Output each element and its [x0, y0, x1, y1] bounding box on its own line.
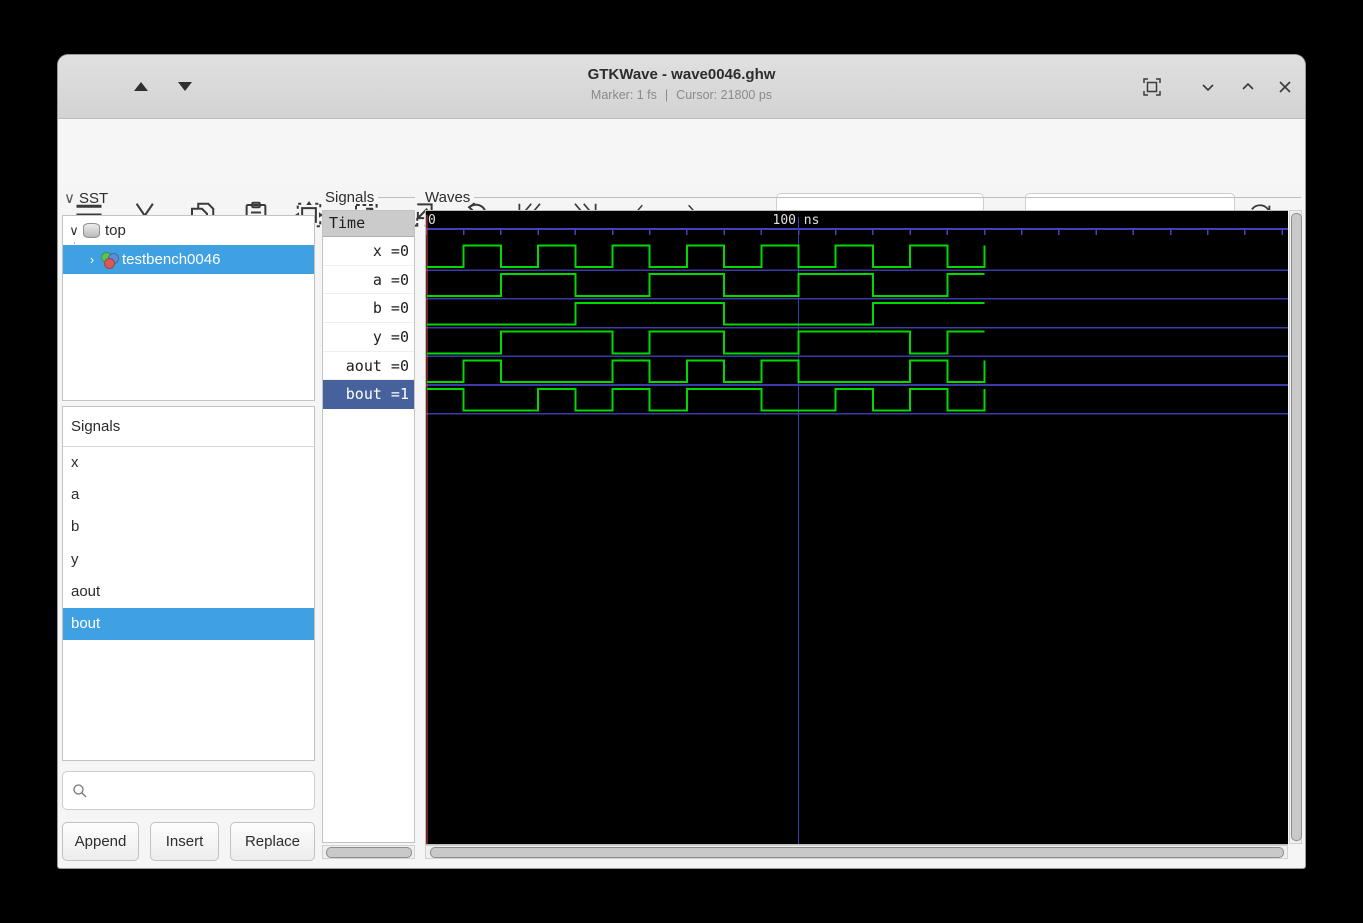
- tree-row-label: testbench0046: [122, 251, 220, 268]
- signal-value-row-aout[interactable]: aout =0: [323, 352, 414, 381]
- scrollbar-thumb[interactable]: [1291, 213, 1302, 841]
- sst-expander-icon[interactable]: ∨: [64, 189, 75, 207]
- list-item-aout[interactable]: aout: [63, 576, 314, 608]
- frame-line: [378, 197, 415, 198]
- frame-line: [474, 197, 1301, 198]
- toolbar: From: To:: [58, 119, 1305, 185]
- list-item-y[interactable]: y: [63, 544, 314, 576]
- titlebar: GTKWave - wave0046.ghw Marker: 1 fs | Curs…: [58, 55, 1305, 119]
- close-icon: [1275, 77, 1295, 97]
- fullscreen-button[interactable]: [1142, 77, 1162, 97]
- signal-facility-list: Signals x a b y aout bout: [62, 406, 315, 761]
- scrollbar-thumb[interactable]: [430, 847, 1284, 858]
- sst-tree: ∨ top › testbench0046: [62, 215, 315, 401]
- marker-cursor-status: Marker: 1 fs | Cursor: 21800 ps: [58, 88, 1305, 102]
- cursor-status: Cursor: 21800 ps: [676, 88, 772, 102]
- gtkwave-window: GTKWave - wave0046.ghw Marker: 1 fs | Curs…: [58, 55, 1305, 868]
- tree-expander-icon[interactable]: ›: [85, 252, 99, 267]
- tree-row-label: top: [105, 222, 126, 239]
- search-icon: [71, 782, 89, 800]
- list-item-bout[interactable]: bout: [63, 608, 314, 640]
- signals-frame-label: Signals: [325, 189, 415, 206]
- signal-value-row-y[interactable]: y =0: [323, 323, 414, 352]
- marker-status: Marker: 1 fs: [591, 88, 657, 102]
- replace-button[interactable]: Replace: [230, 822, 315, 861]
- signal-list-header: Signals: [63, 407, 314, 447]
- signal-search-input[interactable]: [62, 771, 315, 810]
- tree-expander-icon[interactable]: ∨: [67, 223, 81, 239]
- svg-text:0: 0: [428, 213, 436, 228]
- signals-hscrollbar[interactable]: [322, 845, 415, 859]
- svg-text:100 ns: 100 ns: [773, 213, 820, 228]
- wave-canvas[interactable]: 0 100 ns: [425, 210, 1288, 845]
- sst-frame-label: ∨ SST: [64, 189, 317, 207]
- list-item-a[interactable]: a: [63, 479, 314, 511]
- fullscreen-icon: [1142, 77, 1162, 97]
- status-separator: |: [665, 88, 668, 102]
- time-header[interactable]: Time: [323, 211, 414, 237]
- chevron-down-icon: [1198, 77, 1218, 97]
- signal-values-panel: Time x =0 a =0 b =0 y =0 aout =0 bout =1: [322, 210, 415, 843]
- signal-value-row-a[interactable]: a =0: [323, 266, 414, 295]
- list-item-b[interactable]: b: [63, 511, 314, 543]
- chevron-up-icon: [1238, 77, 1258, 97]
- waves-frame-label-text: Waves: [425, 189, 470, 206]
- module-icon: [83, 223, 100, 238]
- waves-hscrollbar[interactable]: [425, 845, 1288, 859]
- insert-button[interactable]: Insert: [150, 822, 219, 861]
- waveform-plot: 0 100 ns: [426, 211, 1288, 844]
- tree-row-testbench[interactable]: › testbench0046: [63, 245, 314, 274]
- close-button[interactable]: [1275, 77, 1295, 97]
- list-item-x[interactable]: x: [63, 447, 314, 479]
- sst-frame-label-text: SST: [79, 190, 108, 207]
- maximize-button[interactable]: [1238, 77, 1258, 97]
- tree-row-top[interactable]: ∨ top: [63, 216, 314, 245]
- window-title: GTKWave - wave0046.ghw: [58, 66, 1305, 83]
- signals-frame-label-text: Signals: [325, 189, 374, 206]
- signal-value-row-bout[interactable]: bout =1: [323, 380, 414, 409]
- waves-vscrollbar[interactable]: [1289, 210, 1302, 844]
- scrollbar-thumb[interactable]: [326, 847, 412, 858]
- signal-value-row-b[interactable]: b =0: [323, 294, 414, 323]
- minimize-button[interactable]: [1198, 77, 1218, 97]
- signal-value-row-x[interactable]: x =0: [323, 237, 414, 266]
- append-button[interactable]: Append: [62, 822, 139, 861]
- waves-frame-label: Waves: [425, 189, 1301, 206]
- instance-icon: [101, 252, 118, 267]
